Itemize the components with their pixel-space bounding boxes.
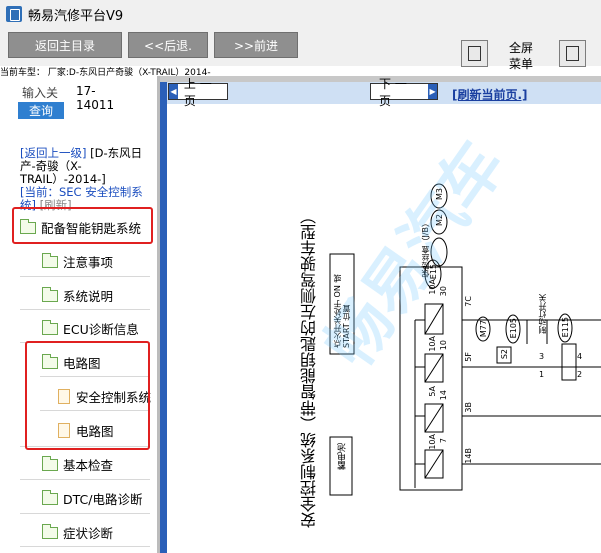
fuse-4-label: 10A [428, 434, 437, 450]
scroll-edge [160, 82, 167, 553]
connector-s2: S2 [500, 349, 509, 360]
tree-item-label: 症状诊断 [63, 526, 114, 541]
refresh-page-link[interactable]: [刷新当前页.] [452, 86, 528, 103]
pin-2: 2 [577, 370, 583, 379]
diagram-title: 安全控制系统（带智能钥匙的左侧驾驶车型） [300, 208, 319, 528]
tree-item-symptom[interactable]: 症状诊断 [42, 523, 113, 542]
tree-item-label: ECU诊断信息 [63, 322, 139, 337]
tree-item-label: 基本检查 [63, 458, 114, 473]
fuse-3-label: 5A [428, 386, 437, 397]
fullscreen-label: 全屏 [508, 41, 533, 55]
next-page-button[interactable]: 下 一 页 ▶ [370, 77, 438, 108]
connector-e115: E115 [561, 317, 570, 338]
folder-icon [42, 252, 58, 268]
fullscreen-button[interactable] [559, 40, 586, 67]
back-button[interactable]: <<后退. [128, 32, 208, 58]
panel-icon [468, 46, 481, 61]
pin-1: 1 [539, 370, 545, 379]
brake-switch-label: 制动灯开关 [538, 294, 547, 334]
pin-3: 3 [539, 352, 545, 361]
highlight-box [25, 341, 150, 450]
tree-item-basic-check[interactable]: 基本检查 [42, 455, 113, 474]
fuse-2-label: 10A [428, 336, 437, 352]
wire-5f: 5F [464, 352, 473, 362]
prev-page-button[interactable]: ◀ 上 一 页 [168, 77, 228, 108]
highlight-box [12, 207, 153, 244]
connector-e105: E105 [509, 318, 518, 339]
folder-icon [42, 319, 58, 335]
pin-4: 4 [577, 352, 583, 361]
tree-item-label: DTC/电路诊断 [63, 492, 143, 507]
wire-7c: 7C [464, 296, 473, 307]
tree-item-description[interactable]: 系统说明 [42, 286, 113, 305]
tree-item-dtc[interactable]: DTC/电路诊断 [42, 489, 142, 508]
tree-item-label: 注意事项 [63, 255, 114, 270]
connector-m77: M77 [479, 320, 488, 338]
arrow-left-icon: ◀ [169, 84, 178, 99]
tree-item-notes[interactable]: 注意事项 [42, 252, 113, 271]
tree-item-label: 系统说明 [63, 289, 114, 304]
battery-label: 蓄电池 [338, 443, 348, 470]
wire-14b: 14B [464, 448, 473, 464]
wire-3b: 3B [464, 402, 473, 413]
folder-icon [42, 286, 58, 302]
folder-icon [42, 489, 58, 505]
folder-icon [42, 523, 58, 539]
breadcrumb: [返回上一级] [D-东风日产-奇骏（X-TRAIL）-2014-] [当前：S… [20, 147, 145, 212]
search-label: 输入关 [22, 86, 59, 100]
home-button[interactable]: 返回主目录 [8, 32, 122, 58]
fuse-4-number: 7 [439, 438, 448, 444]
back-up-link[interactable]: [返回上一级] [20, 146, 86, 160]
expand-icon [566, 46, 579, 61]
arrow-right-icon: ▶ [428, 84, 437, 99]
app-title: 畅易汽修平台V9 [28, 9, 124, 24]
app-icon [6, 6, 22, 22]
menu-label: 菜单 [508, 57, 533, 71]
folder-icon [42, 455, 58, 471]
forward-button[interactable]: >>前进 [214, 32, 298, 58]
search-value[interactable]: 17- [76, 84, 96, 98]
search-value-2[interactable]: 14011 [76, 98, 114, 112]
panel-toggle-button[interactable] [461, 40, 488, 67]
fuse-3-number: 14 [439, 390, 448, 401]
tree-item-ecu[interactable]: ECU诊断信息 [42, 319, 139, 338]
search-button[interactable]: 查询 [18, 102, 64, 119]
fuse-2-number: 10 [439, 340, 448, 351]
